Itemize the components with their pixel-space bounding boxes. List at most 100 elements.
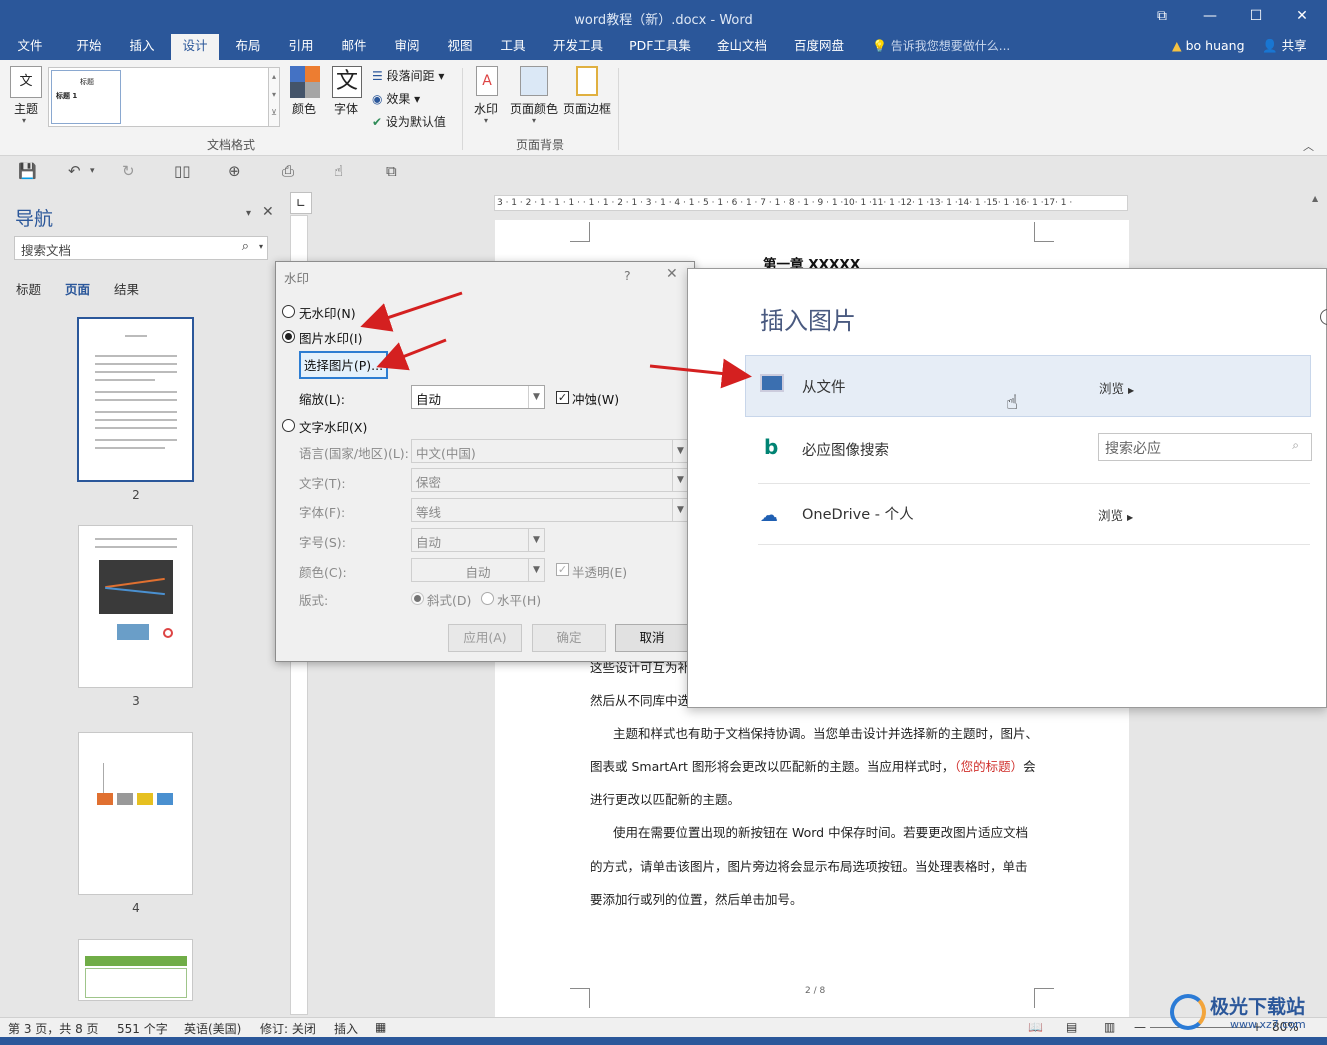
set-default-button[interactable]: ✔ 设为默认值 [372,113,446,130]
chevron-down-icon[interactable]: ▼ [528,386,544,408]
tab-design[interactable]: 设计 [171,34,219,60]
page-thumbnail-4[interactable] [78,732,193,895]
user-account[interactable]: ▲ bo huang [1172,34,1245,58]
bing-search-row[interactable]: b 必应图像搜索 搜索必应 ⌕ [746,419,1312,481]
style-gallery[interactable]: 标题 标题 1 [48,67,270,127]
cancel-button[interactable]: 取消 [615,624,689,652]
text-watermark-label[interactable]: 文字水印(X) [299,417,367,436]
onedrive-row[interactable]: ☁ OneDrive - 个人 浏览 ▶ [746,483,1312,545]
chevron-down-icon[interactable]: ▼ [672,469,688,491]
browse-link[interactable]: 浏览 ▶ [1098,505,1133,524]
maximize-button[interactable]: ☐ [1244,6,1268,26]
chevron-down-icon[interactable]: ▼ [528,559,544,581]
scale-select[interactable]: 自动 ▼ [411,385,545,409]
scroll-up-icon[interactable]: ▲ [1312,194,1318,203]
undo-icon[interactable]: ↶ [68,162,81,180]
tab-review[interactable]: 审阅 [383,34,431,60]
watermark-dropdown-icon[interactable]: ▾ [484,116,488,125]
washout-checkbox[interactable]: ✓ [556,391,569,404]
nav-close-icon[interactable]: ✕ [262,204,274,220]
tab-references[interactable]: 引用 [277,34,325,60]
share-button[interactable]: 👤 共享 [1262,34,1307,58]
minimize-button[interactable]: — [1198,6,1222,26]
search-icon[interactable]: ⌕ [1292,438,1299,453]
gallery-scroll-icon[interactable]: ▴ ▾ ⊻ [268,67,280,127]
close-window-button[interactable]: ✕ [1290,6,1314,26]
page-color-label[interactable]: 页面颜色 [510,100,558,117]
picture-watermark-label[interactable]: 图片水印(I) [299,328,362,347]
web-layout-icon[interactable]: ▥ [1104,1020,1115,1034]
from-file-row[interactable]: 从文件 浏览 ▶ ☝ [745,355,1311,417]
close-icon[interactable]: ✕ [666,266,678,282]
close-icon[interactable] [1320,309,1327,325]
size-select[interactable]: 自动 ▼ [411,528,545,552]
nav-tab-headings[interactable]: 标题 [16,279,41,298]
web-layout-icon[interactable]: ⊕ [228,162,241,180]
tab-home[interactable]: 开始 [64,34,114,60]
font-select[interactable]: 等线 ▼ [411,498,689,522]
theme-dropdown-arrow-icon[interactable]: ▾ [22,116,26,125]
word-count-status[interactable]: 551 个字 [117,1020,168,1037]
chevron-down-icon[interactable]: ▼ [672,440,688,462]
apply-button[interactable]: 应用(A) [448,624,522,652]
tab-insert[interactable]: 插入 [118,34,166,60]
track-changes-status[interactable]: 修订: 关闭 [260,1020,316,1037]
radio-diagonal[interactable] [411,592,424,605]
watermark-icon[interactable]: A [476,66,498,96]
nav-tab-pages[interactable]: 页面 [65,279,90,298]
nav-search-input[interactable]: 搜索文档 ⌕ ▾ [14,236,268,260]
semitransparent-checkbox[interactable]: ✓ [556,563,569,576]
page-color-icon[interactable] [520,66,548,96]
print-preview-icon[interactable]: ⎙ [282,162,294,180]
theme-label[interactable]: 主题 [14,100,38,117]
browse-link[interactable]: 浏览 ▶ [1099,378,1134,397]
style-preview[interactable]: 标题 标题 1 [51,70,121,124]
radio-text-watermark[interactable] [282,419,295,432]
tab-kingsoft-docs[interactable]: 金山文档 [706,34,778,60]
fonts-label[interactable]: 字体 [334,100,358,117]
tell-me-box[interactable]: 💡 告诉我您想要做什么... [872,34,1010,58]
fonts-icon[interactable]: 文 [332,66,362,98]
radio-horizontal[interactable] [481,592,494,605]
page-count-status[interactable]: 第 3 页，共 8 页 [8,1020,99,1037]
search-dropdown-icon[interactable]: ▾ [259,242,263,251]
customize-icon[interactable]: ⧉ [386,162,397,180]
page-border-icon[interactable] [576,66,598,96]
language-select[interactable]: 中文(中国) ▼ [411,439,689,463]
radio-no-watermark[interactable] [282,305,295,318]
nav-tab-results[interactable]: 结果 [114,279,139,298]
language-status[interactable]: 英语(美国) [184,1020,241,1037]
tab-mailings[interactable]: 邮件 [330,34,378,60]
macro-icon[interactable]: ▦ [375,1020,386,1034]
search-icon[interactable]: ⌕ [242,239,249,254]
washout-label[interactable]: 冲蚀(W) [572,389,619,408]
two-pages-icon[interactable]: ▯▯ [174,162,191,180]
tab-selector[interactable]: ∟ [290,192,312,214]
watermark-label[interactable]: 水印 [474,100,498,117]
color-select[interactable]: 自动 ▼ [411,558,545,582]
redo-icon[interactable]: ↻ [122,162,135,180]
chevron-down-icon[interactable]: ▼ [528,529,544,551]
tab-layout[interactable]: 布局 [224,34,272,60]
page-borders-label[interactable]: 页面边框 [563,100,611,117]
page-thumbnail-3[interactable] [78,525,193,688]
nav-options-icon[interactable]: ▾ [246,208,251,219]
zoom-out-icon[interactable]: — [1134,1020,1146,1034]
page-thumbnail-2[interactable] [77,317,194,482]
insert-mode-status[interactable]: 插入 [334,1020,358,1037]
ok-button[interactable]: 确定 [532,624,606,652]
paragraph-spacing-button[interactable]: ☰ 段落间距 ▾ [372,67,444,84]
save-icon[interactable]: 💾 [18,162,37,180]
tab-file[interactable]: 文件 [8,34,52,60]
tab-baidu-netdisk[interactable]: 百度网盘 [786,34,852,60]
chevron-down-icon[interactable]: ▼ [672,499,688,521]
ribbon-display-options-button[interactable]: ⧉ [1150,6,1174,26]
tab-view[interactable]: 视图 [436,34,484,60]
page-thumbnail-5[interactable] [78,939,193,1001]
bing-search-input[interactable]: 搜索必应 ⌕ [1098,433,1312,461]
read-mode-icon[interactable]: 📖 [1028,1020,1043,1034]
semitransparent-label[interactable]: 半透明(E) [572,562,627,581]
no-watermark-label[interactable]: 无水印(N) [299,303,356,322]
touch-mode-icon[interactable]: ☝ [334,162,343,180]
page-color-dropdown-icon[interactable]: ▾ [532,116,536,125]
